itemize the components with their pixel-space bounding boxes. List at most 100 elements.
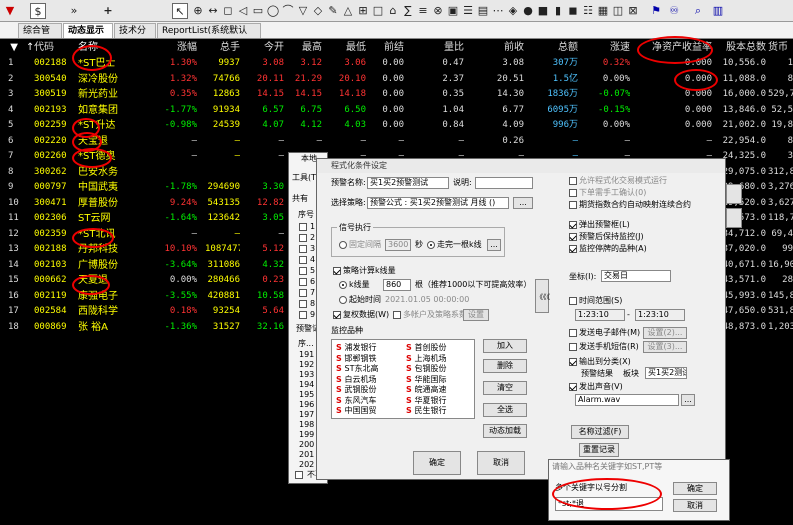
plus-icon[interactable]: + bbox=[100, 3, 116, 19]
table-row[interactable]: 4 002193 如意集团 -1.77% 91934 6.57 6.75 6.50 0.00 1.… bbox=[0, 103, 793, 118]
toolbar-tool-icon[interactable]: ≡ bbox=[415, 3, 431, 19]
header-volume-ratio[interactable]: 量比 bbox=[432, 40, 464, 55]
keyword-ok-button[interactable]: 确定 bbox=[673, 482, 717, 495]
header-volume[interactable]: 总手 bbox=[205, 40, 240, 55]
sms-checkbox[interactable] bbox=[569, 343, 577, 351]
sms-settings-button[interactable]: 设置(3)... bbox=[643, 341, 687, 353]
table-row[interactable]: 6 002220 天宝退 — — — — — — —0.26— — —22,954.0 8 bbox=[0, 134, 793, 149]
seq-checkbox[interactable] bbox=[299, 256, 307, 264]
allow-trade-checkbox[interactable] bbox=[569, 177, 577, 185]
toolbar-tool-icon[interactable]: ▤ bbox=[475, 3, 491, 19]
toolbar-tool-icon[interactable]: ⊠ bbox=[625, 3, 641, 19]
pool-dynamic-load-button[interactable]: 动态加载 bbox=[483, 424, 527, 438]
toolbar-tool-icon[interactable]: ⊕ bbox=[190, 3, 206, 19]
pool-list[interactable]: S 浦发银行 S 邯郸钢铁 S ST东北高 S 白云机场 S 武钢股份 S 东风汽车 S 中… bbox=[331, 339, 475, 419]
toolbar-tool-icon[interactable]: △ bbox=[340, 3, 356, 19]
pool-item[interactable]: S ST东北高 bbox=[336, 364, 379, 374]
seq-checkbox[interactable] bbox=[299, 267, 307, 275]
search-icon[interactable]: ⌕ bbox=[690, 3, 706, 19]
toolbar-tool-icon[interactable]: □ bbox=[370, 3, 386, 19]
pool-item[interactable]: S 首创股份 bbox=[406, 343, 447, 353]
header-total-shares[interactable]: 股本总数 bbox=[716, 40, 766, 55]
sort-icon[interactable]: ▼ bbox=[8, 40, 18, 55]
sound-file-input[interactable]: Alarm.wav bbox=[575, 394, 679, 406]
sound-checkbox[interactable] bbox=[569, 383, 577, 391]
sound-browse-button[interactable]: ... bbox=[681, 394, 695, 406]
dollar-button[interactable]: $ bbox=[30, 3, 46, 19]
toolbar-tool-icon[interactable]: ⋯ bbox=[490, 3, 506, 19]
start-time-radio[interactable] bbox=[339, 296, 347, 304]
header-prev-close[interactable]: 前收 bbox=[492, 40, 524, 55]
toolbar-tool-icon[interactable]: ◻ bbox=[220, 3, 236, 19]
adjust-data-checkbox[interactable] bbox=[333, 311, 341, 319]
cursor-icon[interactable]: ↖ bbox=[172, 3, 188, 19]
header-currency[interactable]: 货币 bbox=[768, 40, 793, 55]
header-prev-settle[interactable]: 前结 bbox=[372, 40, 404, 55]
toolbar-tool-icon[interactable]: ◫ bbox=[610, 3, 626, 19]
time-from-input[interactable]: 1:23:10 bbox=[575, 309, 625, 321]
seq-checkbox[interactable] bbox=[299, 223, 307, 231]
manual-confirm-checkbox[interactable] bbox=[569, 189, 577, 197]
chart-icon[interactable]: ▥ bbox=[710, 3, 726, 19]
toolbar-tool-icon[interactable]: ◯ bbox=[265, 3, 281, 19]
header-high[interactable]: 最高 bbox=[290, 40, 322, 55]
header-change[interactable]: 涨幅 bbox=[155, 40, 197, 55]
header-code[interactable]: 代码 bbox=[34, 40, 74, 55]
toolbar-tool-icon[interactable]: ● bbox=[520, 3, 536, 19]
pool-item[interactable]: S 上海机场 bbox=[406, 354, 447, 364]
toolbar-tool-icon[interactable]: ☷ bbox=[580, 3, 596, 19]
toolbar-tool-icon[interactable]: ⌒ bbox=[280, 3, 296, 19]
nodisplay-checkbox[interactable] bbox=[295, 471, 303, 479]
pool-item[interactable]: S 白云机场 bbox=[336, 375, 377, 385]
output-category-checkbox[interactable] bbox=[569, 358, 577, 366]
name-filter-button[interactable]: 名称过滤(F) bbox=[571, 425, 629, 439]
pool-item[interactable]: S 皖通高速 bbox=[406, 385, 447, 395]
binoculars-icon[interactable]: ♾ bbox=[666, 3, 682, 19]
alarm-bell-icon[interactable]: ⚑ bbox=[648, 3, 664, 19]
tab-technical[interactable]: 技术分析 bbox=[114, 23, 156, 51]
side-button-1[interactable] bbox=[726, 184, 742, 204]
toolbar-tool-icon[interactable]: ∑ bbox=[400, 3, 416, 19]
seq-checkbox[interactable] bbox=[299, 311, 307, 319]
toolbar-tool-icon[interactable]: ▦ bbox=[595, 3, 611, 19]
keep-monitor-checkbox[interactable] bbox=[569, 233, 577, 241]
keyword-cancel-button[interactable]: 取消 bbox=[673, 499, 717, 512]
toolbar-tool-icon[interactable]: ↔ bbox=[205, 3, 221, 19]
reset-record-button[interactable]: 重置记录 bbox=[579, 443, 619, 457]
monitor-halted-checkbox[interactable] bbox=[569, 245, 577, 253]
toolbar-tool-icon[interactable]: ◼ bbox=[565, 3, 581, 19]
seq-checkbox[interactable] bbox=[299, 278, 307, 286]
toolbar-tool-icon[interactable]: ▭ bbox=[250, 3, 266, 19]
pool-item[interactable]: S 华能国际 bbox=[406, 375, 447, 385]
toolbar-tool-icon[interactable]: ⊞ bbox=[355, 3, 371, 19]
kline-count-input[interactable]: 860 bbox=[383, 279, 411, 291]
pool-item[interactable]: S 邯郸钢铁 bbox=[336, 354, 377, 364]
board-input[interactable]: 买1买2测试 bbox=[645, 367, 687, 379]
start-time-value[interactable]: 2021.01.05 00:00:00 bbox=[385, 294, 469, 306]
header-speed[interactable]: 涨速 bbox=[598, 40, 630, 55]
desc-input[interactable] bbox=[475, 177, 533, 189]
toolbar-tool-icon[interactable]: ◁ bbox=[235, 3, 251, 19]
futures-map-checkbox[interactable] bbox=[569, 201, 577, 209]
ok-button[interactable]: 确定 bbox=[413, 451, 461, 475]
time-range-checkbox[interactable] bbox=[569, 297, 577, 305]
toolbar-tool-icon[interactable]: ▽ bbox=[295, 3, 311, 19]
dropdown-arrow-icon[interactable]: ▼ bbox=[2, 3, 18, 19]
pool-item[interactable]: S 华夏银行 bbox=[406, 396, 447, 406]
toolbar-tool-icon[interactable]: ▮ bbox=[550, 3, 566, 19]
pool-item[interactable]: S 浦发银行 bbox=[336, 343, 377, 353]
pool-item[interactable]: S 东风汽车 bbox=[336, 396, 377, 406]
side-button-2[interactable] bbox=[726, 208, 742, 228]
table-row[interactable]: 3 300519 新光药业 0.35% 12863 14.15 14.15 14.18 0.00… bbox=[0, 87, 793, 102]
seq-checkbox[interactable] bbox=[299, 234, 307, 242]
toolbar-tool-icon[interactable]: ✎ bbox=[325, 3, 341, 19]
toolbar-tool-icon[interactable]: ▣ bbox=[445, 3, 461, 19]
more-arrows-icon[interactable]: » bbox=[66, 3, 82, 19]
pool-item[interactable]: S 武钢股份 bbox=[336, 385, 377, 395]
pool-item[interactable]: S 中国国贸 bbox=[336, 406, 377, 416]
fixed-interval-input[interactable]: 3600 bbox=[385, 239, 411, 251]
email-settings-button[interactable]: 设置(2)... bbox=[643, 327, 687, 339]
seq-checkbox[interactable] bbox=[299, 245, 307, 253]
toolbar-tool-icon[interactable]: ◈ bbox=[505, 3, 521, 19]
pool-item[interactable]: S 包钢股份 bbox=[406, 364, 447, 374]
